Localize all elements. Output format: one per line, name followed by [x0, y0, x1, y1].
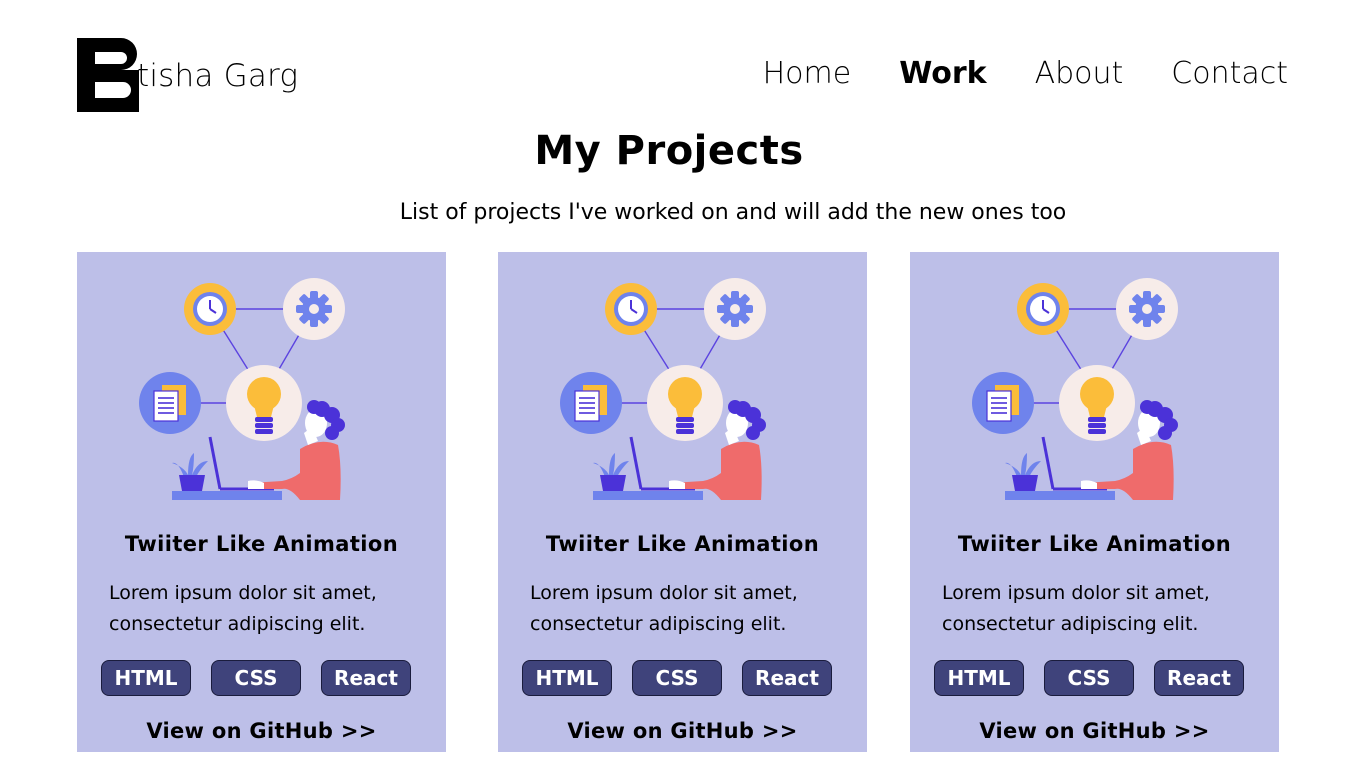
gear-icon [283, 278, 345, 340]
project-illustration [560, 278, 766, 500]
plant-icon [1005, 453, 1041, 491]
project-card: Twiiter Like Animation Lorem ipsum dolor… [910, 252, 1279, 752]
brand-name: tisha Garg [137, 58, 299, 94]
lightbulb-icon [647, 365, 723, 441]
document-icon [972, 372, 1034, 434]
laptop-icon [208, 436, 274, 491]
tech-tags: HTML CSS React [522, 660, 832, 696]
lightbulb-icon [226, 365, 302, 441]
project-illustration [139, 278, 345, 500]
tech-tags: HTML CSS React [934, 660, 1244, 696]
clock-icon [605, 283, 657, 335]
project-title: Twiiter Like Animation [545, 532, 820, 556]
tag-css[interactable]: CSS [1044, 660, 1134, 696]
document-icon [139, 372, 201, 434]
project-description: Lorem ipsum dolor sit amet, consectetur … [942, 582, 1210, 635]
clock-icon [1017, 283, 1069, 335]
tag-react[interactable]: React [321, 660, 411, 696]
tech-tags: HTML CSS React [101, 660, 411, 696]
gear-icon [704, 278, 766, 340]
plant-icon [172, 453, 208, 491]
tag-html[interactable]: HTML [934, 660, 1024, 696]
tag-html[interactable]: HTML [522, 660, 612, 696]
github-link[interactable]: View on GitHub >> [498, 719, 867, 743]
clock-icon [184, 283, 236, 335]
lightbulb-icon [1059, 365, 1135, 441]
page-title: My Projects [534, 128, 804, 174]
page-subtitle: List of projects I've worked on and will… [399, 200, 1067, 225]
tag-react[interactable]: React [742, 660, 832, 696]
tag-react[interactable]: React [1154, 660, 1244, 696]
project-title: Twiiter Like Animation [124, 532, 399, 556]
project-description: Lorem ipsum dolor sit amet, consectetur … [530, 582, 798, 635]
tag-html[interactable]: HTML [101, 660, 191, 696]
github-link[interactable]: View on GitHub >> [910, 719, 1279, 743]
project-description: Lorem ipsum dolor sit amet, consectetur … [109, 582, 377, 635]
nav-home[interactable]: Home [763, 56, 852, 91]
project-card: Twiiter Like Animation Lorem ipsum dolor… [77, 252, 446, 752]
gear-icon [1116, 278, 1178, 340]
nav-about[interactable]: About [1035, 56, 1124, 91]
github-link[interactable]: View on GitHub >> [77, 719, 446, 743]
project-card: Twiiter Like Animation Lorem ipsum dolor… [498, 252, 867, 752]
nav-work[interactable]: Work [899, 56, 986, 91]
brand-logo[interactable]: tisha Garg [77, 38, 298, 112]
project-illustration [972, 278, 1178, 500]
tag-css[interactable]: CSS [211, 660, 301, 696]
plant-icon [593, 453, 629, 491]
document-icon [560, 372, 622, 434]
laptop-icon [629, 436, 695, 491]
nav-contact[interactable]: Contact [1171, 56, 1288, 91]
project-title: Twiiter Like Animation [957, 532, 1232, 556]
main-nav: Home Work About Contact [715, 56, 1288, 91]
laptop-icon [1041, 436, 1107, 491]
logo-e-icon [77, 38, 139, 112]
tag-css[interactable]: CSS [632, 660, 722, 696]
